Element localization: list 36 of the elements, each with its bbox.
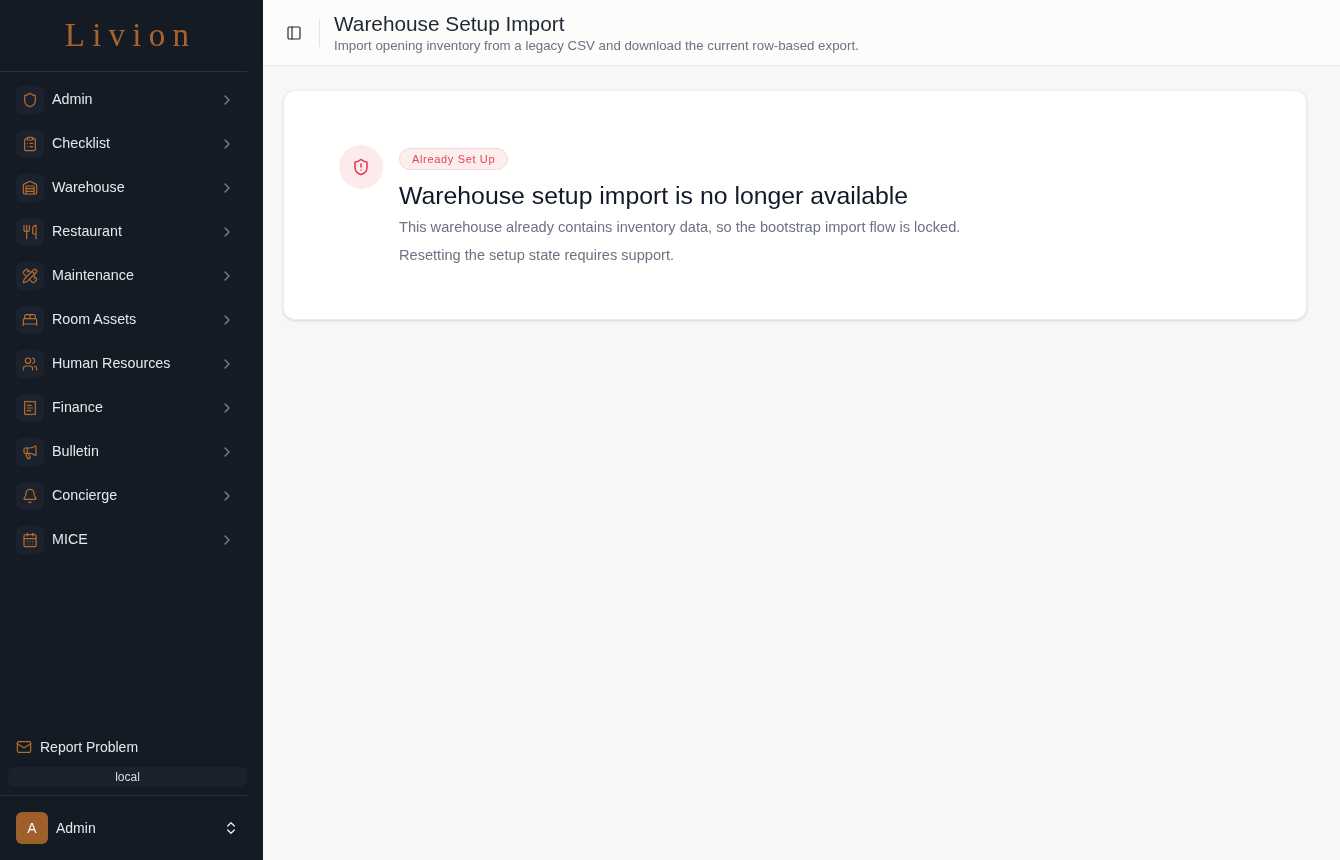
shield-icon	[16, 86, 44, 114]
user-menu[interactable]: A Admin	[0, 796, 263, 860]
logo: Livion	[63, 15, 197, 55]
people-icon	[16, 350, 44, 378]
sidebar-item[interactable]: Warehouse	[0, 166, 263, 210]
shield-alert-icon	[339, 145, 383, 189]
calendar-icon	[16, 526, 44, 554]
warehouse-icon	[16, 174, 44, 202]
sidebar-item[interactable]: Checklist	[0, 122, 263, 166]
notice-text: This warehouse already contains inventory data, so the bootstrap import flow is locked.	[399, 218, 961, 237]
mail-icon	[16, 739, 32, 755]
page-title: Warehouse Setup Import	[334, 11, 566, 36]
report-problem-link[interactable]: Report Problem	[0, 731, 263, 763]
sidebar-item[interactable]: Restaurant	[0, 210, 263, 254]
panel-icon	[286, 24, 302, 41]
pencil-ruler-icon	[16, 262, 44, 290]
sidebar-item[interactable]: Bulletin	[0, 430, 263, 474]
sidebar-item[interactable]: Room Assets	[0, 298, 263, 342]
clipboard-icon	[16, 130, 44, 158]
fork-knife-icon	[16, 218, 44, 246]
notice-text: Resetting the setup state requires support.	[399, 246, 674, 265]
receipt-icon	[16, 394, 44, 422]
notice-heading: Warehouse setup import is no longer available	[399, 181, 909, 211]
sidebar-item[interactable]: MICE	[0, 518, 263, 562]
page-subtitle: Import opening inventory from a legacy CSV and download the current row-based export.	[334, 37, 859, 54]
sidebar-item[interactable]: Admin	[0, 78, 263, 122]
bed-icon	[16, 306, 44, 334]
environment-label: local	[8, 767, 247, 786]
sidebar-item[interactable]: Concierge	[0, 474, 263, 518]
megaphone-icon	[16, 438, 44, 466]
sidebar-item[interactable]: Finance	[0, 386, 263, 430]
sidebar-item[interactable]: Maintenance	[0, 254, 263, 298]
status-badge: Already Set Up	[399, 148, 509, 170]
bell-icon	[16, 482, 44, 510]
avatar: A	[16, 812, 48, 844]
sidebar-item[interactable]: Human Resources	[0, 342, 263, 386]
